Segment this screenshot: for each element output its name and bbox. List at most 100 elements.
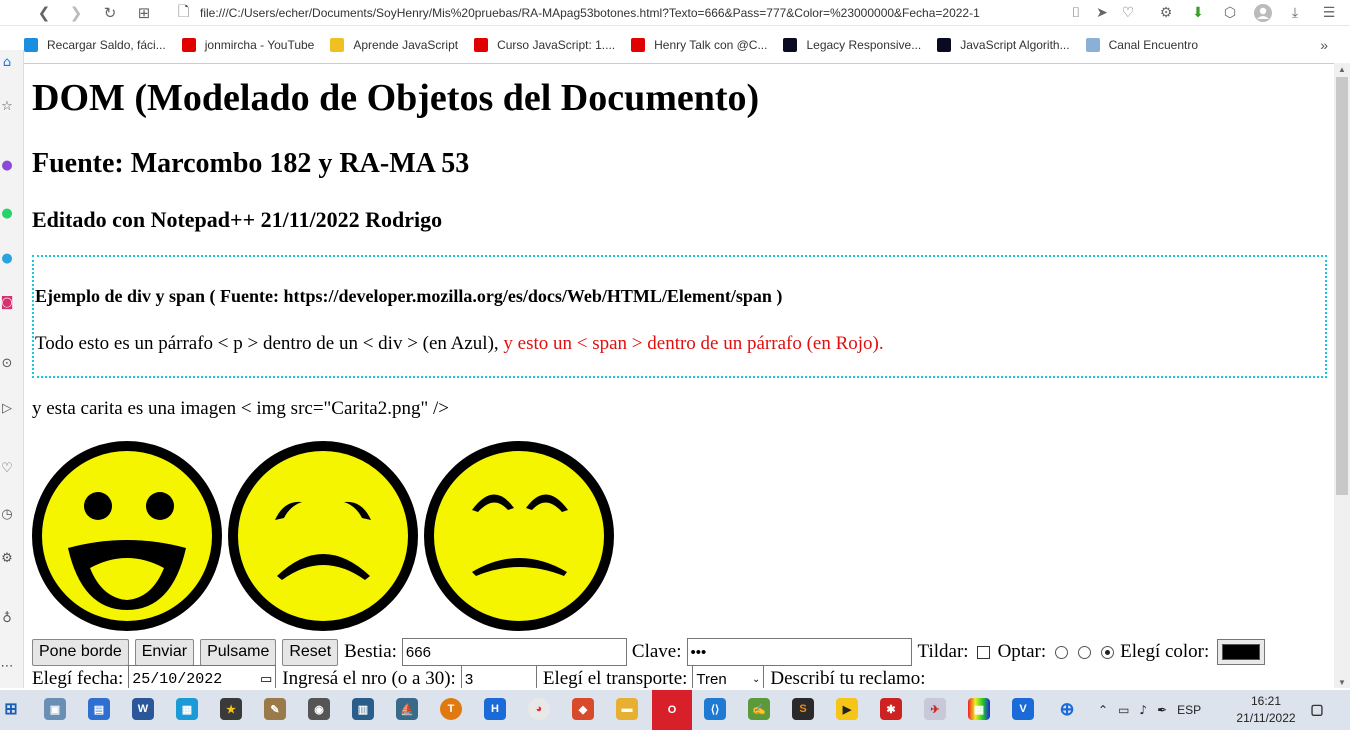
youtube-icon xyxy=(474,38,489,52)
download-icon[interactable]: ⤓ xyxy=(1284,2,1306,24)
star-icon[interactable]: ☆ xyxy=(0,98,14,114)
bookmark-item[interactable]: JavaScript Algorith... xyxy=(937,38,1070,52)
bookmark-label: Henry Talk con @C... xyxy=(654,38,768,52)
bookmark-label: jonmircha - YouTube xyxy=(204,38,315,52)
optar-label: Optar: xyxy=(997,641,1047,662)
bookmark-item[interactable]: Aprende JavaScript xyxy=(330,38,458,52)
instagram-icon[interactable]: ◙ xyxy=(0,294,14,310)
optar-radio-3[interactable] xyxy=(1101,645,1115,659)
image-caption: y esta carita es una imagen < img src="C… xyxy=(32,398,449,419)
scroll-up-icon[interactable]: ▲ xyxy=(1334,63,1350,75)
chrome-app-icon[interactable]: ◕ xyxy=(528,698,550,720)
explorer-app-icon[interactable]: ▣ xyxy=(44,698,66,720)
control-panel-icon[interactable]: ▦ xyxy=(176,698,198,720)
history-icon[interactable]: ◷ xyxy=(0,506,14,522)
bookmark-item[interactable]: Legacy Responsive... xyxy=(783,38,921,52)
nro-number-input[interactable]: 3 xyxy=(460,665,537,688)
bookmarks-more-icon[interactable]: » xyxy=(1320,37,1328,53)
bookmark-item[interactable]: Henry Talk con @C... xyxy=(631,38,767,52)
fecha-label: Elegí fecha: xyxy=(32,668,124,688)
enviar-button[interactable]: Enviar xyxy=(134,638,195,666)
paragraph-text: Todo esto es un párrafo < p > dentro de … xyxy=(35,333,504,354)
pen-icon[interactable]: ✒ xyxy=(1157,703,1167,717)
color-picker[interactable] xyxy=(1217,639,1266,665)
clave-password-input[interactable]: ••• xyxy=(686,638,912,666)
calendar-icon[interactable]: ▭ xyxy=(260,672,272,687)
whatsapp-icon[interactable]: ● xyxy=(0,205,14,221)
bookmark-item[interactable]: Recargar Saldo, fáci... xyxy=(24,38,166,52)
network-globe-icon[interactable]: ⊕ xyxy=(1056,698,1078,720)
thunderbird-app-icon[interactable]: T xyxy=(440,698,462,720)
back-icon[interactable]: ❮ xyxy=(28,0,60,26)
telegram-icon[interactable]: ● xyxy=(0,250,14,266)
volume-icon[interactable]: ♪ xyxy=(1139,703,1147,717)
color-swatch xyxy=(1222,644,1261,660)
heart-sidebar-icon[interactable]: ♡ xyxy=(0,460,14,476)
settings-icon[interactable]: ⚙ xyxy=(1155,2,1177,24)
pulsame-button[interactable]: Pulsame xyxy=(200,638,277,666)
color-grid-app-icon[interactable]: ▦ xyxy=(968,698,990,720)
bookmark-item[interactable]: jonmircha - YouTube xyxy=(181,38,315,52)
menu-icon[interactable]: ☰ xyxy=(1318,2,1340,24)
messenger-icon[interactable]: ● xyxy=(0,157,14,173)
tabs-grid-icon[interactable]: ⊞ xyxy=(128,0,160,26)
tray-expand-icon[interactable]: ⌃ xyxy=(1098,703,1108,717)
reset-button[interactable]: Reset xyxy=(282,638,339,666)
windows-start-icon[interactable]: ⊞ xyxy=(0,698,22,720)
scroll-down-icon[interactable]: ▼ xyxy=(1334,676,1350,688)
download-manager-icon[interactable]: ⬇ xyxy=(1187,2,1209,24)
paint-app-icon[interactable]: ✎ xyxy=(264,698,286,720)
vertical-scrollbar[interactable]: ▲ ▼ xyxy=(1334,63,1350,688)
optar-radio-1[interactable] xyxy=(1055,645,1069,659)
profile-icon[interactable] xyxy=(1252,2,1274,24)
language-indicator[interactable]: ESP xyxy=(1177,703,1201,717)
lightbulb-icon[interactable]: ♁ xyxy=(0,610,14,626)
more-icon[interactable]: ⋯ xyxy=(0,658,14,674)
git-app-icon[interactable]: ◆ xyxy=(572,698,594,720)
bookmark-item[interactable]: Canal Encuentro xyxy=(1085,38,1198,52)
fecha-date-input[interactable]: 25/10/2022 ▭ xyxy=(128,665,277,688)
bookmark-item[interactable]: Curso JavaScript: 1.... xyxy=(474,38,615,52)
box-icon[interactable]: ⬡ xyxy=(1219,2,1241,24)
word-app-icon[interactable]: W xyxy=(132,698,154,720)
forward-icon[interactable]: ❯ xyxy=(60,0,92,26)
reload-icon[interactable]: ↻ xyxy=(94,0,126,26)
heart-icon[interactable]: ♡ xyxy=(1117,2,1139,24)
freecodecamp-icon xyxy=(783,38,798,52)
transporte-select[interactable]: Tren ⌄ xyxy=(692,665,765,688)
sublime-app-icon[interactable]: S xyxy=(792,698,814,720)
notifications-icon[interactable]: ▢ xyxy=(1306,698,1328,720)
reclamo-label: Describí tu reclamo: xyxy=(770,668,926,688)
star-app-icon[interactable]: ★ xyxy=(220,698,242,720)
ship-app-icon[interactable]: ⛵ xyxy=(396,698,418,720)
media-app-icon[interactable]: ▶ xyxy=(836,698,858,720)
send-icon[interactable]: ➤ xyxy=(1091,2,1113,24)
address-bar[interactable]: 🗋 file:///C:/Users/echer/Documents/SoyHe… xyxy=(178,3,1058,23)
calculator-app-icon[interactable]: ▥ xyxy=(352,698,374,720)
clock[interactable]: 16:21 21/11/2022 xyxy=(1226,693,1306,727)
battery-icon[interactable]: ▭ xyxy=(1118,703,1129,717)
scrollbar-thumb[interactable] xyxy=(1336,77,1348,495)
player-icon[interactable]: ⊙ xyxy=(0,355,14,371)
paragraph: Todo esto es un párrafo < p > dentro de … xyxy=(35,333,884,355)
address-url[interactable]: file:///C:/Users/echer/Documents/SoyHenr… xyxy=(200,6,1040,20)
settings-sidebar-icon[interactable]: ⚙ xyxy=(0,550,14,566)
folder-app-icon[interactable]: ▬ xyxy=(616,698,638,720)
henry-app-icon[interactable]: H xyxy=(484,698,506,720)
bestia-input[interactable]: 666 xyxy=(401,638,627,666)
js-icon xyxy=(330,38,345,52)
vscode-app-icon[interactable]: ⟨⟩ xyxy=(704,698,726,720)
pone-borde-button[interactable]: Pone borde xyxy=(32,638,129,666)
optar-radio-2[interactable] xyxy=(1078,645,1092,659)
notepad-app-icon[interactable]: ✍ xyxy=(748,698,770,720)
home-icon[interactable]: ⌂ xyxy=(0,54,14,70)
opera-app-icon[interactable]: O xyxy=(652,690,692,730)
vs-code-alt-icon[interactable]: V xyxy=(1012,698,1034,720)
outlook-app-icon[interactable]: ▤ xyxy=(88,698,110,720)
camera-app-icon[interactable]: ◉ xyxy=(308,698,330,720)
pingu-app-icon[interactable]: ✈ xyxy=(924,698,946,720)
camera-icon[interactable]: ⌷ xyxy=(1065,2,1087,24)
bug-app-icon[interactable]: ✱ xyxy=(880,698,902,720)
tildar-checkbox[interactable] xyxy=(976,645,990,659)
send-sidebar-icon[interactable]: ▷ xyxy=(0,400,14,416)
